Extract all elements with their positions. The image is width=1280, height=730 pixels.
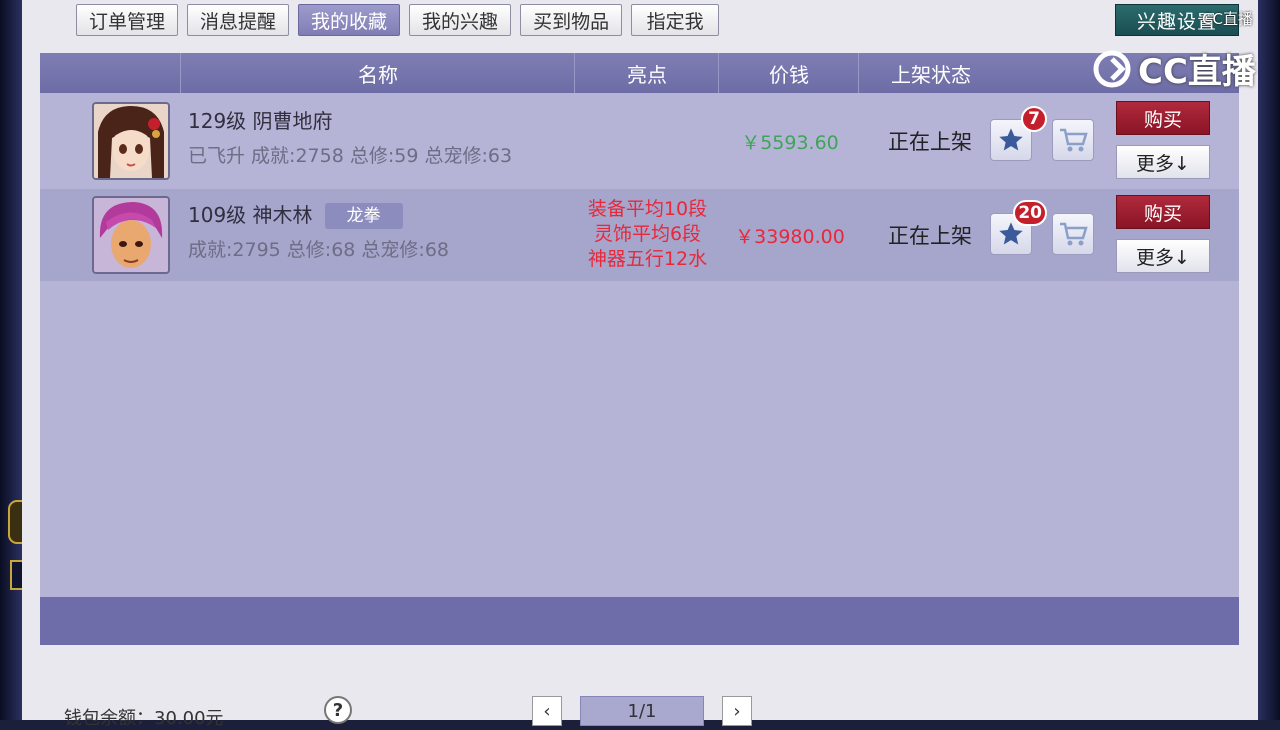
page-indicator: 1/1: [580, 696, 704, 726]
table-header: 名称 亮点 价钱 上架状态: [40, 53, 1239, 93]
favorites-table: 名称 亮点 价钱 上架状态 129级 阴曹地府 已飞升 成就:2758 总修:5…: [40, 53, 1239, 645]
highlight-line: 装备平均10段: [587, 198, 708, 220]
right-frame-edge: [1258, 0, 1280, 720]
cc-logo-text: CC直播: [1138, 52, 1256, 92]
buy-button[interactable]: 购买: [1116, 195, 1210, 229]
tab-purchased-items[interactable]: 买到物品: [520, 4, 623, 36]
more-button[interactable]: 更多↓: [1116, 239, 1210, 273]
school-tag: 龙拳: [324, 203, 403, 229]
table-footer-bar: [40, 597, 1239, 645]
header-highlight: 亮点: [574, 53, 719, 93]
favorite-button[interactable]: 7: [990, 106, 1047, 161]
highlight-line: 神器五行12水: [587, 248, 708, 270]
item-highlights: 装备平均10段 灵饰平均6段 神器五行12水: [575, 197, 720, 272]
wallet-balance: 钱包余额：30.00元: [64, 708, 224, 729]
left-frame-edge: [0, 0, 22, 720]
avatar[interactable]: [92, 196, 170, 274]
cart-icon: [1060, 128, 1088, 152]
add-to-cart-button[interactable]: [1052, 213, 1094, 255]
more-button[interactable]: 更多↓: [1116, 145, 1210, 179]
cc-logo-icon: [1093, 50, 1131, 87]
item-stats: 成就:2795 总修:68 总宠修:68: [188, 239, 449, 261]
table-row[interactable]: 129级 阴曹地府 已飞升 成就:2758 总修:59 总宠修:63 ￥5593…: [40, 95, 1239, 187]
item-stats: 已飞升 成就:2758 总修:59 总宠修:63: [188, 145, 513, 167]
item-name: 129级 阴曹地府: [188, 109, 333, 133]
buy-button[interactable]: 购买: [1116, 101, 1210, 135]
bottom-bar: 钱包余额：30.00元 ? ‹ 1/1 ›: [22, 692, 1258, 729]
add-to-cart-button[interactable]: [1052, 119, 1094, 161]
item-price: ￥33980.00: [720, 189, 860, 281]
listing-status: 正在上架: [888, 130, 972, 154]
cc-live-watermark: CC直播: [1092, 44, 1256, 93]
item-price: ￥5593.60: [720, 95, 860, 187]
price-value: ￥5593.60: [741, 131, 839, 154]
item-name-line: 109级 神木林 龙拳: [188, 199, 403, 229]
favorite-button[interactable]: 20: [990, 200, 1047, 255]
next-page-button[interactable]: ›: [722, 696, 752, 726]
tab-message-reminder[interactable]: 消息提醒: [187, 4, 290, 36]
tab-my-interests[interactable]: 我的兴趣: [409, 4, 512, 36]
favorite-count-badge: 20: [1013, 200, 1047, 226]
tab-designated-me[interactable]: 指定我: [631, 4, 720, 36]
tab-order-management[interactable]: 订单管理: [76, 4, 179, 36]
tab-bar: 订单管理 消息提醒 我的收藏 我的兴趣 买到物品 指定我: [76, 4, 720, 36]
listing-status: 正在上架: [888, 224, 972, 248]
header-status: 上架状态: [858, 53, 1003, 93]
trade-panel: 订单管理 消息提醒 我的收藏 我的兴趣 买到物品 指定我 兴趣设置 CC直播 名…: [22, 0, 1258, 729]
price-value: ￥33980.00: [735, 225, 845, 248]
star-icon: [999, 128, 1023, 151]
tab-my-favorites[interactable]: 我的收藏: [298, 4, 401, 36]
cart-icon: [1060, 222, 1088, 246]
prev-page-button[interactable]: ‹: [532, 696, 562, 726]
item-name: 109级 神木林: [188, 203, 313, 227]
table-row[interactable]: 109级 神木林 龙拳 成就:2795 总修:68 总宠修:68 装备平均10段 …: [40, 189, 1239, 281]
header-price: 价钱: [718, 53, 859, 93]
highlight-line: 灵饰平均6段: [593, 223, 702, 245]
favorite-count-badge: 7: [1021, 106, 1047, 132]
header-name: 名称: [180, 53, 575, 93]
avatar[interactable]: [92, 102, 170, 180]
watermark-small: CC直播: [1202, 10, 1253, 28]
